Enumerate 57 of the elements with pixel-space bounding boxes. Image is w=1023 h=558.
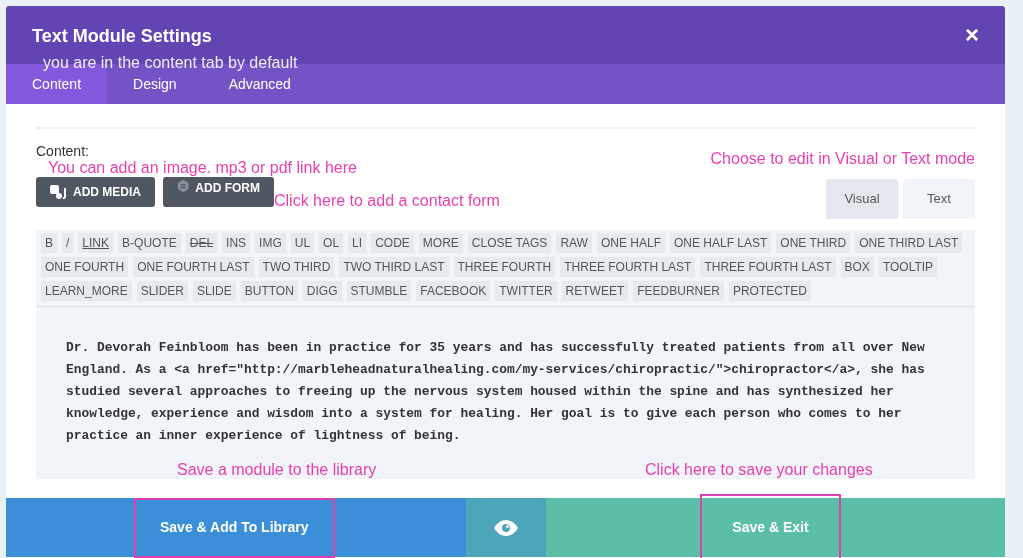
quicktag-button[interactable]: RETWEET <box>561 281 629 301</box>
quicktag-button[interactable]: FEEDBURNER <box>633 281 724 301</box>
quicktag-button[interactable]: ONE FOURTH LAST <box>133 257 254 277</box>
quicktag-button[interactable]: ONE THIRD LAST <box>855 233 963 253</box>
quicktag-button[interactable]: LINK <box>78 233 114 253</box>
quicktag-button[interactable]: MORE <box>418 233 463 253</box>
quicktag-button[interactable]: ONE FOURTH <box>41 257 129 277</box>
text-editor[interactable] <box>36 307 975 479</box>
quicktag-button[interactable]: DIGG <box>302 281 342 301</box>
annotation-text: Save a module to the library <box>177 460 377 480</box>
eye-icon <box>494 519 518 536</box>
quicktag-button[interactable]: ONE THIRD <box>776 233 851 253</box>
quicktag-button[interactable]: TWO THIRD LAST <box>339 257 449 277</box>
field-label: Content: <box>36 143 89 159</box>
editor-mode-tab[interactable]: Text <box>903 179 975 219</box>
quicktag-button[interactable]: SLIDE <box>193 281 236 301</box>
quicktag-button[interactable]: B <box>41 233 57 253</box>
quicktag-button[interactable]: LI <box>348 233 367 253</box>
quicktag-button[interactable]: DEL <box>185 233 218 253</box>
editor-text: Dr. Devorah Feinbloom has been in practice for 35 years and has successfully treated patients from all over New England. As a <a href="http://marbleheadnaturalhealing.com/my-services/chiropractic/">chiropractor</a>, she has studied several approaches to freeing up the nervous system housed within the spine and has synthesized her knowledge, experience and wisdom into a system for healing. Her goal is to give each person who comes to her practice an inner experience of lightness of being. <box>66 339 926 445</box>
quicktag-button[interactable]: LEARN_MORE <box>41 281 132 301</box>
preview-button[interactable] <box>466 498 546 557</box>
quicktag-button[interactable]: TWITTER <box>495 281 557 301</box>
quicktag-button[interactable]: INS <box>222 233 251 253</box>
quicktag-button[interactable]: / <box>62 233 74 253</box>
add-form-button[interactable]: ADD FORM <box>163 177 274 207</box>
quicktag-button[interactable]: OL <box>319 233 344 253</box>
add-media-button[interactable]: ADD MEDIA <box>36 177 155 207</box>
quicktag-button[interactable]: BOX <box>840 257 874 277</box>
dialog-title: Text Module Settings <box>32 25 212 48</box>
editor-mode-tab[interactable]: Visual <box>826 179 898 219</box>
quicktag-button[interactable]: ONE HALF <box>596 233 665 253</box>
media-icon <box>50 184 67 200</box>
quicktag-button[interactable]: FACEBOOK <box>416 281 491 301</box>
quicktag-button[interactable]: B-QUOTE <box>118 233 181 253</box>
quicktag-button[interactable]: RAW <box>556 233 592 253</box>
annotation-text: You can add an image. mp3 or pdf link here <box>48 159 357 176</box>
save-library-button[interactable]: Save & Add To Library <box>134 497 335 558</box>
quicktag-button[interactable]: THREE FOURTH <box>453 257 556 277</box>
quicktag-button[interactable]: PROTECTED <box>728 281 811 301</box>
quicktag-button[interactable]: UL <box>290 233 315 253</box>
quicktag-button[interactable]: THREE FOURTH LAST <box>700 257 836 277</box>
quicktag-button[interactable]: ONE HALF LAST <box>669 233 772 253</box>
quicktag-button[interactable]: SLIDER <box>136 281 189 301</box>
form-icon <box>177 179 190 193</box>
quicktag-button[interactable]: TWO THIRD <box>258 257 335 277</box>
annotation-text: Choose to edit in Visual or Text mode <box>710 149 975 169</box>
quicktag-button[interactable]: THREE FOURTH LAST <box>560 257 696 277</box>
annotation-text: Click here to add a contact form <box>274 191 500 211</box>
quicktag-button[interactable]: CODE <box>371 233 414 253</box>
quicktag-button[interactable]: STUMBLE <box>346 281 412 301</box>
quicktag-button[interactable]: BUTTON <box>240 281 298 301</box>
quicktag-button[interactable]: IMG <box>255 233 286 253</box>
quicktag-button[interactable]: TOOLTIP <box>878 257 938 277</box>
annotation-text: Click here to save your changes <box>645 460 873 480</box>
close-button[interactable]: × <box>965 23 979 47</box>
quicktag-button[interactable]: CLOSE TAGS <box>467 233 552 253</box>
